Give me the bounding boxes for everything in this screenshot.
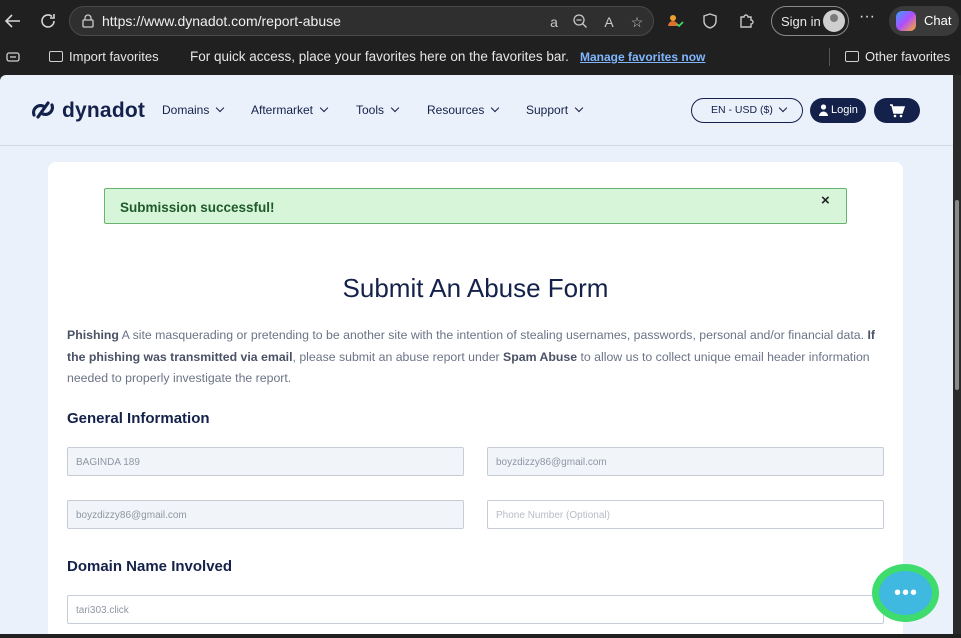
currency-selector[interactable]: EN - USD ($) (691, 98, 803, 123)
copilot-chat-button[interactable]: Chat (889, 6, 959, 36)
shield-icon[interactable] (697, 8, 723, 34)
close-icon[interactable]: × (821, 192, 830, 209)
cart-button[interactable] (874, 98, 920, 123)
tab-actions-icon[interactable] (6, 50, 20, 67)
back-icon[interactable] (0, 8, 26, 34)
chevron-down-icon (491, 103, 500, 113)
chat-dots-icon: ••• (894, 582, 919, 604)
general-information-heading: General Information (67, 410, 210, 427)
nav-resources[interactable]: Resources (427, 103, 500, 117)
name-field[interactable]: BAGINDA 189 (67, 447, 464, 476)
desc-phishing: Phishing (67, 328, 119, 342)
phone-field[interactable]: Phone Number (Optional) (487, 500, 884, 529)
other-favorites-button[interactable]: Other favorites (845, 49, 950, 64)
copilot-icon (896, 11, 916, 31)
scrollbar-thumb[interactable] (955, 200, 959, 390)
desc-text-1: A site masquerading or pretending to be … (118, 328, 868, 342)
cart-icon (890, 104, 906, 118)
nav-support[interactable]: Support (526, 103, 584, 117)
url-text: https://www.dynadot.com/report-abuse (102, 13, 341, 29)
success-message: Submission successful! (120, 200, 275, 215)
nav-tools[interactable]: Tools (356, 103, 400, 117)
chat-bubble-icon: ••• (879, 571, 932, 615)
form-description: Phishing A site masquerading or pretendi… (67, 325, 887, 390)
sign-in-button[interactable]: Sign in (771, 6, 849, 36)
nav-resources-label: Resources (427, 103, 485, 117)
logo-text: dynadot (62, 99, 146, 122)
profile-extension-icon[interactable] (662, 8, 688, 34)
confirm-email-field[interactable]: boyzdizzy86@gmail.com (67, 500, 464, 529)
nav-support-label: Support (526, 103, 569, 117)
zoom-out-icon[interactable] (570, 12, 590, 32)
favorites-hint-text: For quick access, place your favorites h… (190, 49, 569, 64)
folder-icon (845, 51, 859, 62)
email-field[interactable]: boyzdizzy86@gmail.com (487, 447, 884, 476)
browser-toolbar: https://www.dynadot.com/report-abuse a A… (0, 0, 961, 42)
login-button[interactable]: Login (810, 98, 866, 123)
page-title: Submit An Abuse Form (342, 273, 609, 303)
login-label: Login (831, 104, 858, 116)
manage-favorites-link[interactable]: Manage favorites now (580, 50, 705, 64)
domain-name-heading: Domain Name Involved (67, 558, 233, 575)
favbar-divider (829, 48, 830, 66)
favorites-bar: Import favorites For quick access, place… (0, 42, 961, 72)
desc-spam-abuse: Spam Abuse (503, 349, 578, 364)
nav-aftermarket-label: Aftermarket (251, 103, 314, 117)
chevron-down-icon (390, 103, 400, 113)
other-favorites-label: Other favorites (865, 49, 951, 64)
chat-label: Chat (924, 13, 952, 28)
read-aloud-icon[interactable]: A (599, 12, 619, 32)
import-favorites-label: Import favorites (69, 49, 159, 64)
import-favorites-button[interactable]: Import favorites (49, 49, 159, 64)
live-chat-button[interactable]: ••• (872, 564, 939, 622)
web-page: dynadot Domains Aftermarket Tools Resour… (0, 75, 953, 634)
currency-label: EN - USD ($) (711, 104, 773, 116)
more-options-icon[interactable]: ··· (859, 8, 875, 26)
user-icon (819, 104, 828, 116)
chevron-down-icon (216, 103, 225, 113)
import-icon (49, 51, 63, 62)
chevron-down-icon (778, 103, 788, 113)
nav-domains-label: Domains (162, 103, 210, 117)
sign-in-label: Sign in (781, 14, 821, 29)
address-bar[interactable]: https://www.dynadot.com/report-abuse a A… (69, 6, 654, 36)
chevron-down-icon (319, 103, 329, 113)
desc-text-2: , please submit an abuse report under (292, 349, 504, 364)
domain-name-field[interactable]: tari303.click (67, 595, 884, 624)
chevron-down-icon (574, 103, 584, 113)
refresh-icon[interactable] (35, 8, 61, 34)
avatar-icon (823, 10, 845, 32)
lock-icon (82, 14, 94, 28)
dynadot-logo-icon (31, 101, 55, 119)
page-scrollbar[interactable] (953, 75, 961, 634)
nav-aftermarket[interactable]: Aftermarket (251, 103, 329, 117)
abuse-form-card: Submission successful! × Submit An Abuse… (48, 162, 903, 634)
extensions-puzzle-icon[interactable] (733, 8, 759, 34)
translate-icon[interactable]: a (544, 12, 564, 32)
favorite-star-icon[interactable]: ☆ (627, 12, 647, 32)
site-header: dynadot Domains Aftermarket Tools Resour… (0, 75, 953, 146)
nav-domains[interactable]: Domains (162, 103, 225, 117)
nav-tools-label: Tools (356, 103, 385, 117)
success-alert: Submission successful! × (104, 188, 847, 224)
